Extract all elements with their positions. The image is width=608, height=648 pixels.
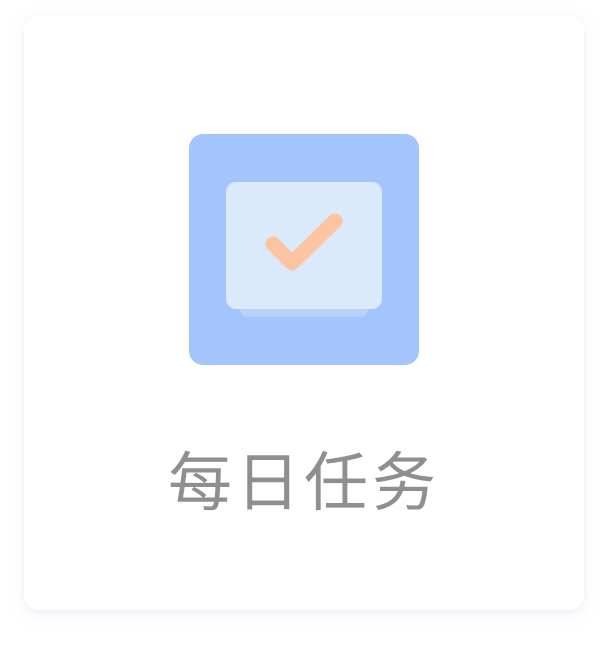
daily-task-icon xyxy=(189,134,419,365)
card-title: 每日任务 xyxy=(168,447,440,521)
